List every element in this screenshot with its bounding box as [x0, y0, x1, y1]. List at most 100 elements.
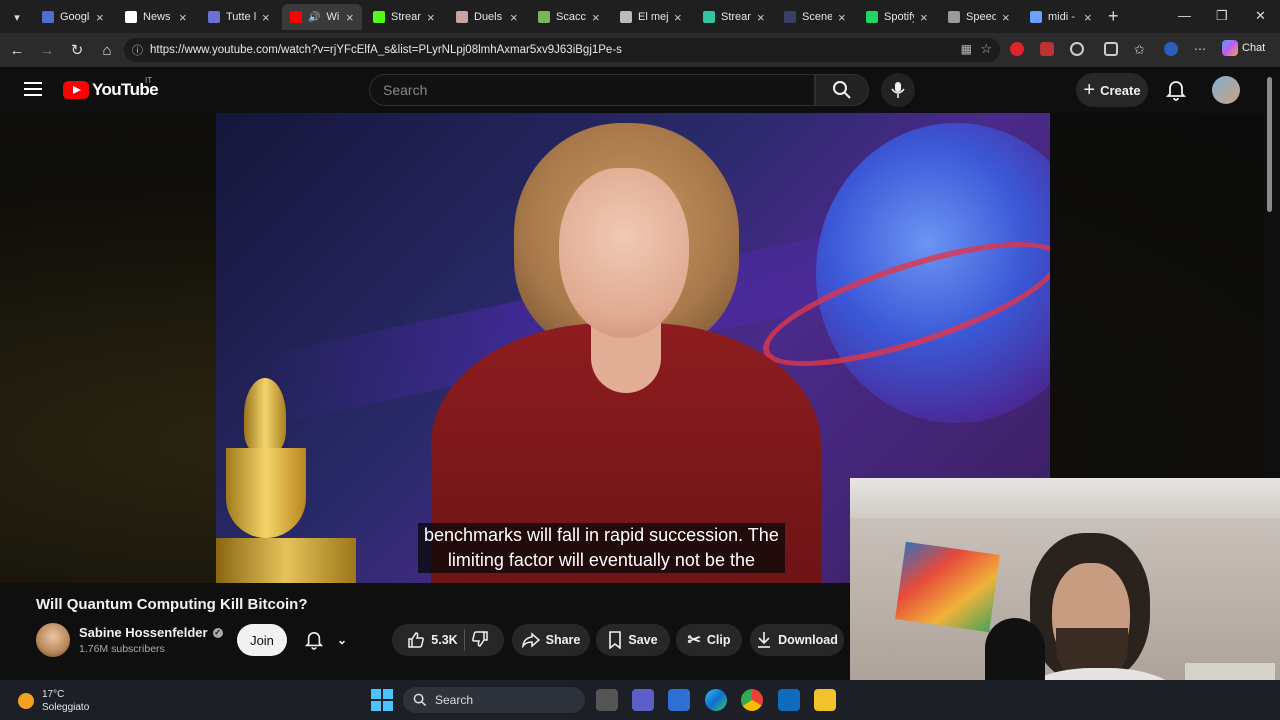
close-tab-icon[interactable]: ×	[262, 10, 272, 25]
like-dislike-group: 5.3K	[392, 624, 504, 656]
close-tab-icon[interactable]: ×	[757, 10, 767, 25]
extensions-icon[interactable]	[1070, 42, 1084, 56]
browser-tab[interactable]: El mejo ×	[612, 4, 690, 30]
store-icon[interactable]	[668, 689, 690, 711]
like-button[interactable]: 5.3K	[407, 631, 458, 649]
reload-icon[interactable]: ↻	[68, 41, 86, 59]
extension-adblock-icon[interactable]	[1040, 42, 1054, 56]
close-tab-icon[interactable]: ×	[346, 10, 356, 25]
caption-line-1: benchmarks will fall in rapid succession…	[424, 525, 779, 545]
chrome-icon[interactable]	[741, 689, 763, 711]
browser-tab[interactable]: Google ×	[34, 4, 112, 30]
dislike-button[interactable]	[471, 630, 489, 651]
close-tab-icon[interactable]: ×	[838, 10, 848, 25]
chevron-down-icon: ⌄	[336, 633, 348, 647]
clip-button[interactable]: ✂ Clip	[676, 624, 742, 656]
notifications-bell-icon[interactable]	[1165, 79, 1187, 106]
close-window-button[interactable]: ✕	[1255, 8, 1266, 24]
close-tab-icon[interactable]: ×	[510, 10, 520, 25]
subscription-bell-button[interactable]: ⌄	[298, 624, 354, 656]
browser-tab[interactable]: Speedt ×	[940, 4, 1018, 30]
bell-icon	[304, 632, 323, 650]
obs-icon	[784, 11, 796, 23]
weather-widget[interactable]: 17°C Soleggiato	[18, 688, 89, 714]
close-tab-icon[interactable]: ×	[1002, 10, 1012, 25]
streamlabs-icon	[703, 11, 715, 23]
join-button[interactable]: Join	[237, 624, 287, 656]
scrollbar-thumb[interactable]	[1267, 77, 1272, 212]
tab-title: News /	[143, 11, 173, 23]
close-tab-icon[interactable]: ×	[592, 10, 602, 25]
close-tab-icon[interactable]: ×	[427, 10, 437, 25]
bookmark-icon	[609, 631, 622, 649]
browser-tab[interactable]: midi - ×	[1022, 4, 1100, 30]
thumbs-up-icon	[408, 632, 425, 648]
close-tab-icon[interactable]: ×	[179, 10, 189, 25]
speaker-icon[interactable]: 🔊	[308, 12, 320, 23]
browser-tab[interactable]: Tutte le ×	[200, 4, 278, 30]
new-tab-button[interactable]: +	[1108, 6, 1119, 27]
minimize-button[interactable]: —	[1178, 8, 1191, 23]
favorites-icon[interactable]: ✩	[1134, 42, 1148, 57]
close-tab-icon[interactable]: ×	[1084, 10, 1094, 25]
close-tab-icon[interactable]: ×	[674, 10, 684, 25]
address-bar[interactable]: ⓘ https://www.youtube.com/watch?v=rjYFcE…	[124, 38, 1000, 62]
thumbs-down-icon	[471, 630, 488, 647]
video-caption: benchmarks will fall in rapid succession…	[418, 523, 785, 573]
save-button[interactable]: Save	[596, 624, 670, 656]
create-button[interactable]: + Create	[1076, 73, 1148, 107]
browser-tab[interactable]: Duels - ×	[448, 4, 526, 30]
spotify-icon	[866, 11, 878, 23]
tab-title: Spotify	[884, 11, 914, 23]
chess-pawn-icon	[538, 11, 550, 23]
forward-icon[interactable]: →	[38, 41, 56, 59]
task-view-icon[interactable]	[596, 689, 618, 711]
tab-title: Duels -	[474, 11, 504, 23]
youtube-logo[interactable]: YouTube IT	[63, 76, 159, 100]
close-tab-icon[interactable]: ×	[920, 10, 930, 25]
search-button[interactable]	[815, 74, 869, 106]
extension-red-icon[interactable]	[1010, 42, 1024, 56]
file-explorer-icon[interactable]	[814, 689, 836, 711]
taskbar-search[interactable]: Search	[403, 687, 585, 713]
reading-view-icon[interactable]: ▦	[961, 42, 972, 56]
more-menu-icon[interactable]: ⋯	[1194, 42, 1208, 56]
tab-title: Tutte le	[226, 11, 256, 23]
scissors-icon: ✂	[687, 632, 701, 649]
teams-icon[interactable]	[632, 689, 654, 711]
verified-check-icon: ✓	[212, 627, 223, 638]
browser-tab[interactable]: Spotify ×	[858, 4, 936, 30]
close-tab-icon[interactable]: ×	[96, 10, 106, 25]
performance-icon[interactable]	[1104, 42, 1118, 56]
tab-actions-button[interactable]: ▾	[8, 8, 26, 26]
download-icon	[758, 632, 771, 648]
tab-title: Stream	[391, 11, 421, 23]
browser-tab[interactable]: Streaml ×	[695, 4, 773, 30]
browser-tab[interactable]: Stream ×	[365, 4, 443, 30]
menu-icon[interactable]	[24, 82, 42, 100]
url-text: https://www.youtube.com/watch?v=rjYFcElf…	[150, 44, 622, 56]
home-icon[interactable]: ⌂	[98, 41, 116, 59]
browser-tab[interactable]: News / ×	[117, 4, 195, 30]
search-input[interactable]: Search	[369, 74, 815, 106]
maximize-button[interactable]: ❐	[1216, 8, 1228, 24]
browser-tab[interactable]: Scacchi ×	[530, 4, 608, 30]
favorite-star-icon[interactable]: ☆	[980, 41, 992, 57]
download-button[interactable]: Download	[750, 624, 844, 656]
back-icon[interactable]: ←	[8, 41, 26, 59]
channel-name[interactable]: Sabine Hossenfelder ✓	[79, 625, 223, 640]
share-button[interactable]: Share	[512, 624, 590, 656]
site-info-icon[interactable]: ⓘ	[132, 42, 143, 58]
account-avatar[interactable]	[1212, 76, 1240, 104]
browser-tab[interactable]: Scene E ×	[776, 4, 854, 30]
outlook-icon[interactable]	[778, 689, 800, 711]
channel-avatar[interactable]	[36, 623, 70, 657]
edge-icon[interactable]	[705, 689, 727, 711]
copilot-chat-button[interactable]: Chat	[1222, 40, 1265, 56]
windows-start-icon[interactable]	[371, 689, 393, 711]
forum-icon	[208, 11, 220, 23]
profile-icon[interactable]	[1164, 42, 1178, 56]
voice-search-button[interactable]	[881, 73, 915, 107]
browser-tab[interactable]: 🔊 Wil ×	[282, 4, 362, 30]
tab-title: El mejo	[638, 11, 668, 23]
